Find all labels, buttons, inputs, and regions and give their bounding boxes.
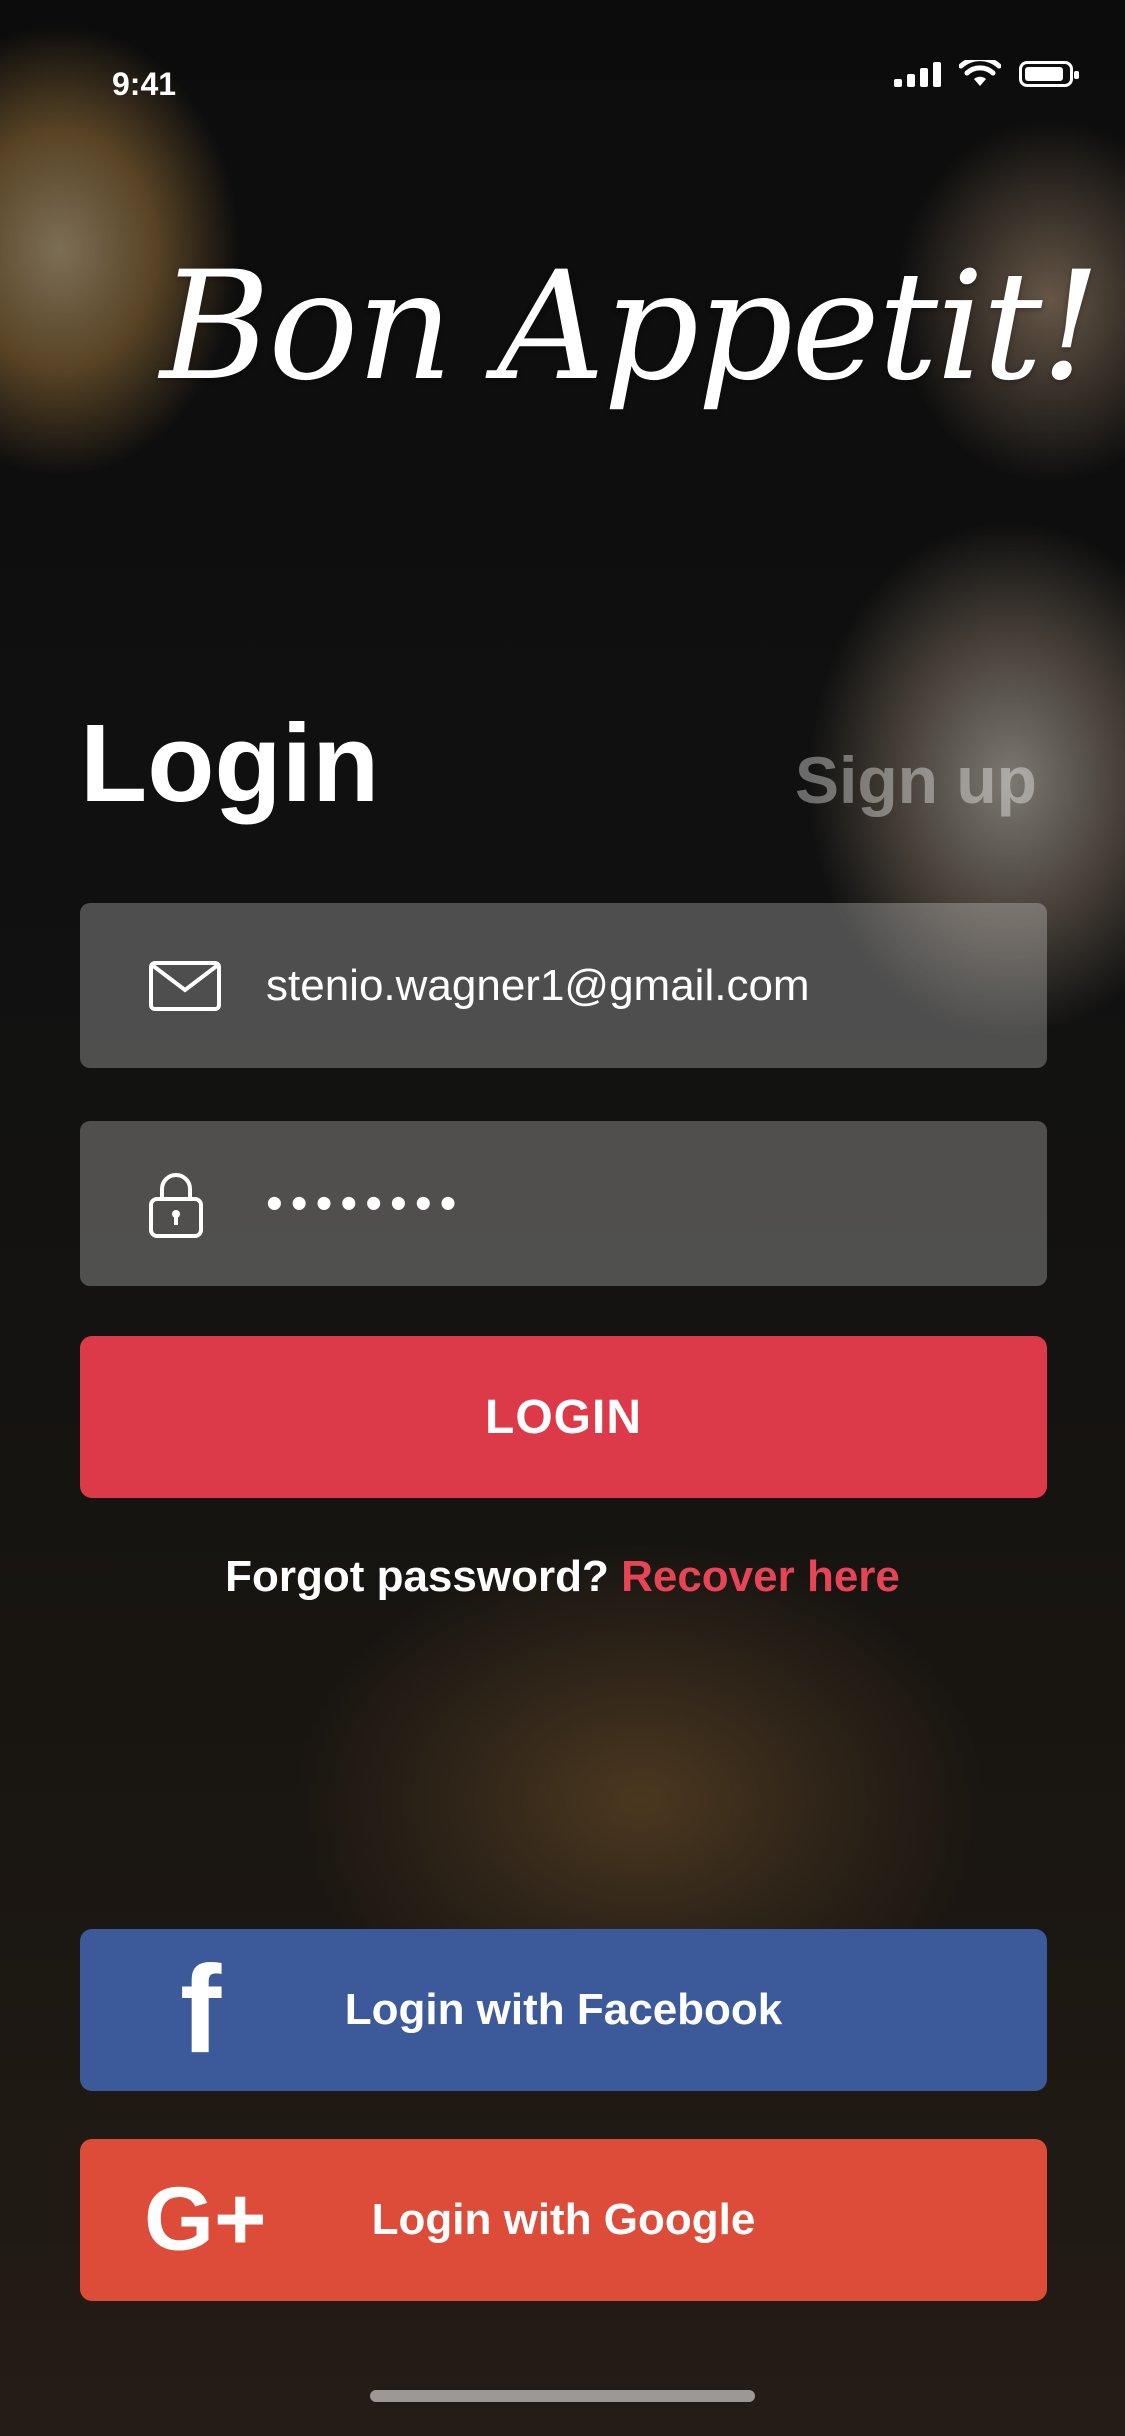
- mail-icon: [149, 960, 221, 1011]
- password-value: ••••••••: [266, 1177, 465, 1230]
- tab-signup[interactable]: Sign up: [795, 742, 1037, 818]
- login-screen: 9:41 Bon Appetit! Login Sign up stenio.w…: [0, 0, 1125, 2436]
- facebook-login-label: Login with Facebook: [344, 1985, 783, 2034]
- forgot-password-row: Forgot password? Recover here: [0, 1552, 1125, 1602]
- email-value: stenio.wagner1@gmail.com: [266, 960, 810, 1010]
- recover-link[interactable]: Recover here: [621, 1552, 900, 1601]
- lock-icon: [149, 1172, 203, 1238]
- status-icons: [894, 60, 1079, 88]
- app-logo: Bon Appetit!: [160, 240, 1101, 414]
- email-field[interactable]: stenio.wagner1@gmail.com: [80, 903, 1047, 1068]
- home-indicator[interactable]: [370, 2390, 755, 2402]
- wifi-icon: [959, 60, 1001, 86]
- login-button[interactable]: LOGIN: [80, 1336, 1047, 1498]
- password-field[interactable]: ••••••••: [80, 1121, 1047, 1286]
- status-bar: 9:41: [0, 0, 1125, 132]
- facebook-login-button[interactable]: f Login with Facebook: [80, 1929, 1047, 2091]
- signal-icon: [894, 61, 941, 87]
- google-plus-icon: G+: [144, 2169, 267, 2270]
- facebook-icon: f: [180, 1941, 222, 2079]
- google-login-button[interactable]: G+ Login with Google: [80, 2139, 1047, 2301]
- status-time: 9:41: [112, 66, 177, 102]
- tab-login[interactable]: Login: [80, 700, 379, 827]
- google-login-label: Login with Google: [371, 2195, 756, 2244]
- forgot-password-text: Forgot password?: [225, 1552, 622, 1601]
- battery-icon: [1019, 61, 1079, 87]
